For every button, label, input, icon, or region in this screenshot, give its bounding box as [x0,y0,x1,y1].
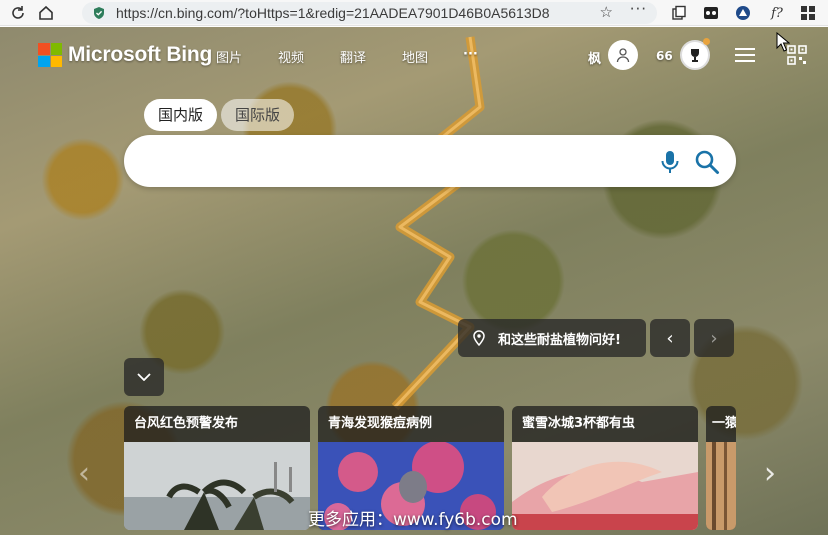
extension-triangle-icon[interactable] [734,4,752,22]
news-card[interactable]: 一猿 [706,406,736,530]
search-icon[interactable] [694,149,720,175]
location-pin-icon [473,330,485,346]
extension-glasses-icon[interactable] [702,4,720,22]
user-name[interactable]: 枫 [588,48,601,67]
bing-logo[interactable]: Microsoft Bing [38,43,212,67]
chevron-left-icon: ‹ [666,327,674,349]
nav-translate[interactable]: 翻译 [340,47,366,66]
collections-icon[interactable] [670,4,688,22]
reload-icon[interactable] [8,3,28,23]
microsoft-logo-icon [38,43,62,67]
menu-icon[interactable] [735,48,755,62]
nav-more[interactable]: ··· [463,47,478,62]
avatar[interactable] [608,40,638,70]
extension-f-icon[interactable]: f? [766,4,788,22]
image-caption: 和这些耐盐植物问好! [498,332,621,348]
nav-videos[interactable]: 视频 [278,47,304,66]
news-card-title: 蜜雪冰城3杯都有虫 [522,416,636,431]
news-card-title: 一猿 [712,416,736,431]
collapse-feed-button[interactable] [124,358,164,396]
tab-international[interactable]: 国际版 [221,99,295,131]
nav-maps[interactable]: 地图 [402,47,428,66]
news-card-image [706,442,736,530]
news-card[interactable]: 台风红色预警发布 [124,406,310,530]
apps-grid-icon[interactable] [799,4,817,22]
url-text: https://cn.bing.com/?toHttps=1&redig=21A… [116,5,550,21]
browser-toolbar: https://cn.bing.com/?toHttps=1&redig=21A… [0,0,828,26]
watermark-text: 更多应用：www.fy6b.com [308,510,518,530]
image-info-button[interactable]: 和这些耐盐植物问好! [458,319,646,357]
next-image-button[interactable]: › [694,319,734,357]
search-input[interactable] [148,147,648,175]
search-box [124,135,736,187]
chevron-down-icon [137,373,151,381]
region-tabs: 国内版 国际版 [144,99,295,131]
nav-images[interactable]: 图片 [216,47,242,66]
trophy-icon [691,49,699,62]
news-next-arrow-icon[interactable]: › [764,456,776,491]
chevron-right-icon: › [710,327,718,349]
brand-name: Microsoft Bing [68,43,213,66]
news-card-image [124,442,310,530]
star-icon[interactable]: ☆ [600,3,613,21]
address-bar[interactable]: https://cn.bing.com/?toHttps=1&redig=21A… [82,0,657,24]
rewards-button[interactable] [680,38,710,70]
shield-icon [94,7,104,19]
user-icon [616,48,630,63]
news-card-title: 台风红色预警发布 [134,416,239,431]
prev-image-button[interactable]: ‹ [650,319,690,357]
news-card-title: 青海发现猴痘病例 [328,416,433,431]
tab-domestic[interactable]: 国内版 [144,99,218,131]
news-prev-arrow-icon[interactable]: ‹ [78,456,90,491]
home-icon[interactable] [36,3,56,23]
qr-code-icon[interactable] [787,45,807,65]
rewards-points[interactable]: 66 [656,49,673,63]
notification-dot [703,38,710,45]
mouse-cursor-icon [776,32,790,52]
news-card-image [512,442,698,530]
news-card[interactable]: 蜜雪冰城3杯都有虫 [512,406,698,530]
microphone-icon[interactable] [658,149,682,175]
more-menu-icon[interactable]: ··· [630,0,647,18]
